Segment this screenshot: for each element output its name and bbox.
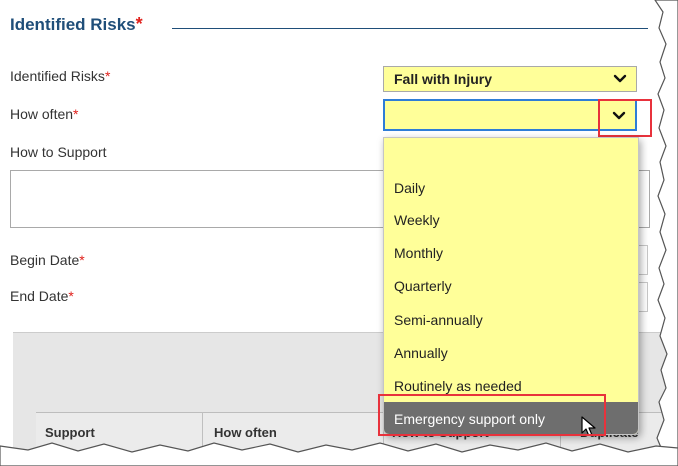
how-often-dropdown-list: Daily Weekly Monthly Quarterly Semi-annu… [383,137,639,435]
end-date-label: End Date* [10,288,74,304]
column-header-how-often[interactable]: How often [214,425,277,440]
section-title: Identified Risks* [10,14,143,35]
identified-risks-select[interactable]: Fall with Injury [383,66,637,92]
required-mark: * [104,68,111,84]
identified-risks-label: Identified Risks* [10,68,110,84]
begin-date-label-text: Begin Date [10,252,80,268]
how-to-support-label-text: How to Support [10,144,107,160]
required-mark: * [79,252,85,268]
option-monthly[interactable]: Monthly [394,245,443,261]
option-semi-annually[interactable]: Semi-annually [394,312,483,328]
emergency-option-highlight [378,394,606,436]
end-date-label-text: End Date [10,288,69,304]
how-often-label-text: How often [10,106,74,122]
option-quarterly[interactable]: Quarterly [394,278,452,294]
required-mark: * [73,106,79,122]
how-often-label: How often* [10,106,79,122]
option-annually[interactable]: Annually [394,345,448,361]
option-weekly[interactable]: Weekly [394,212,440,228]
option-routinely-as-needed[interactable]: Routinely as needed [394,378,522,394]
form-page: Identified Risks* Identified Risks* Fall… [0,0,678,466]
identified-risks-label-text: Identified Risks [10,68,105,84]
heading-divider [172,28,648,29]
chevron-down-icon [613,74,627,83]
column-divider [202,412,203,456]
option-daily[interactable]: Daily [394,180,425,196]
section-title-text: Identified Risks [10,15,136,34]
how-to-support-label: How to Support [10,144,107,160]
identified-risks-value: Fall with Injury [394,71,493,87]
required-mark: * [135,14,143,34]
column-header-support[interactable]: Support [45,425,95,440]
dropdown-arrow-highlight [598,99,652,137]
required-mark: * [68,288,74,304]
begin-date-label: Begin Date* [10,252,85,268]
